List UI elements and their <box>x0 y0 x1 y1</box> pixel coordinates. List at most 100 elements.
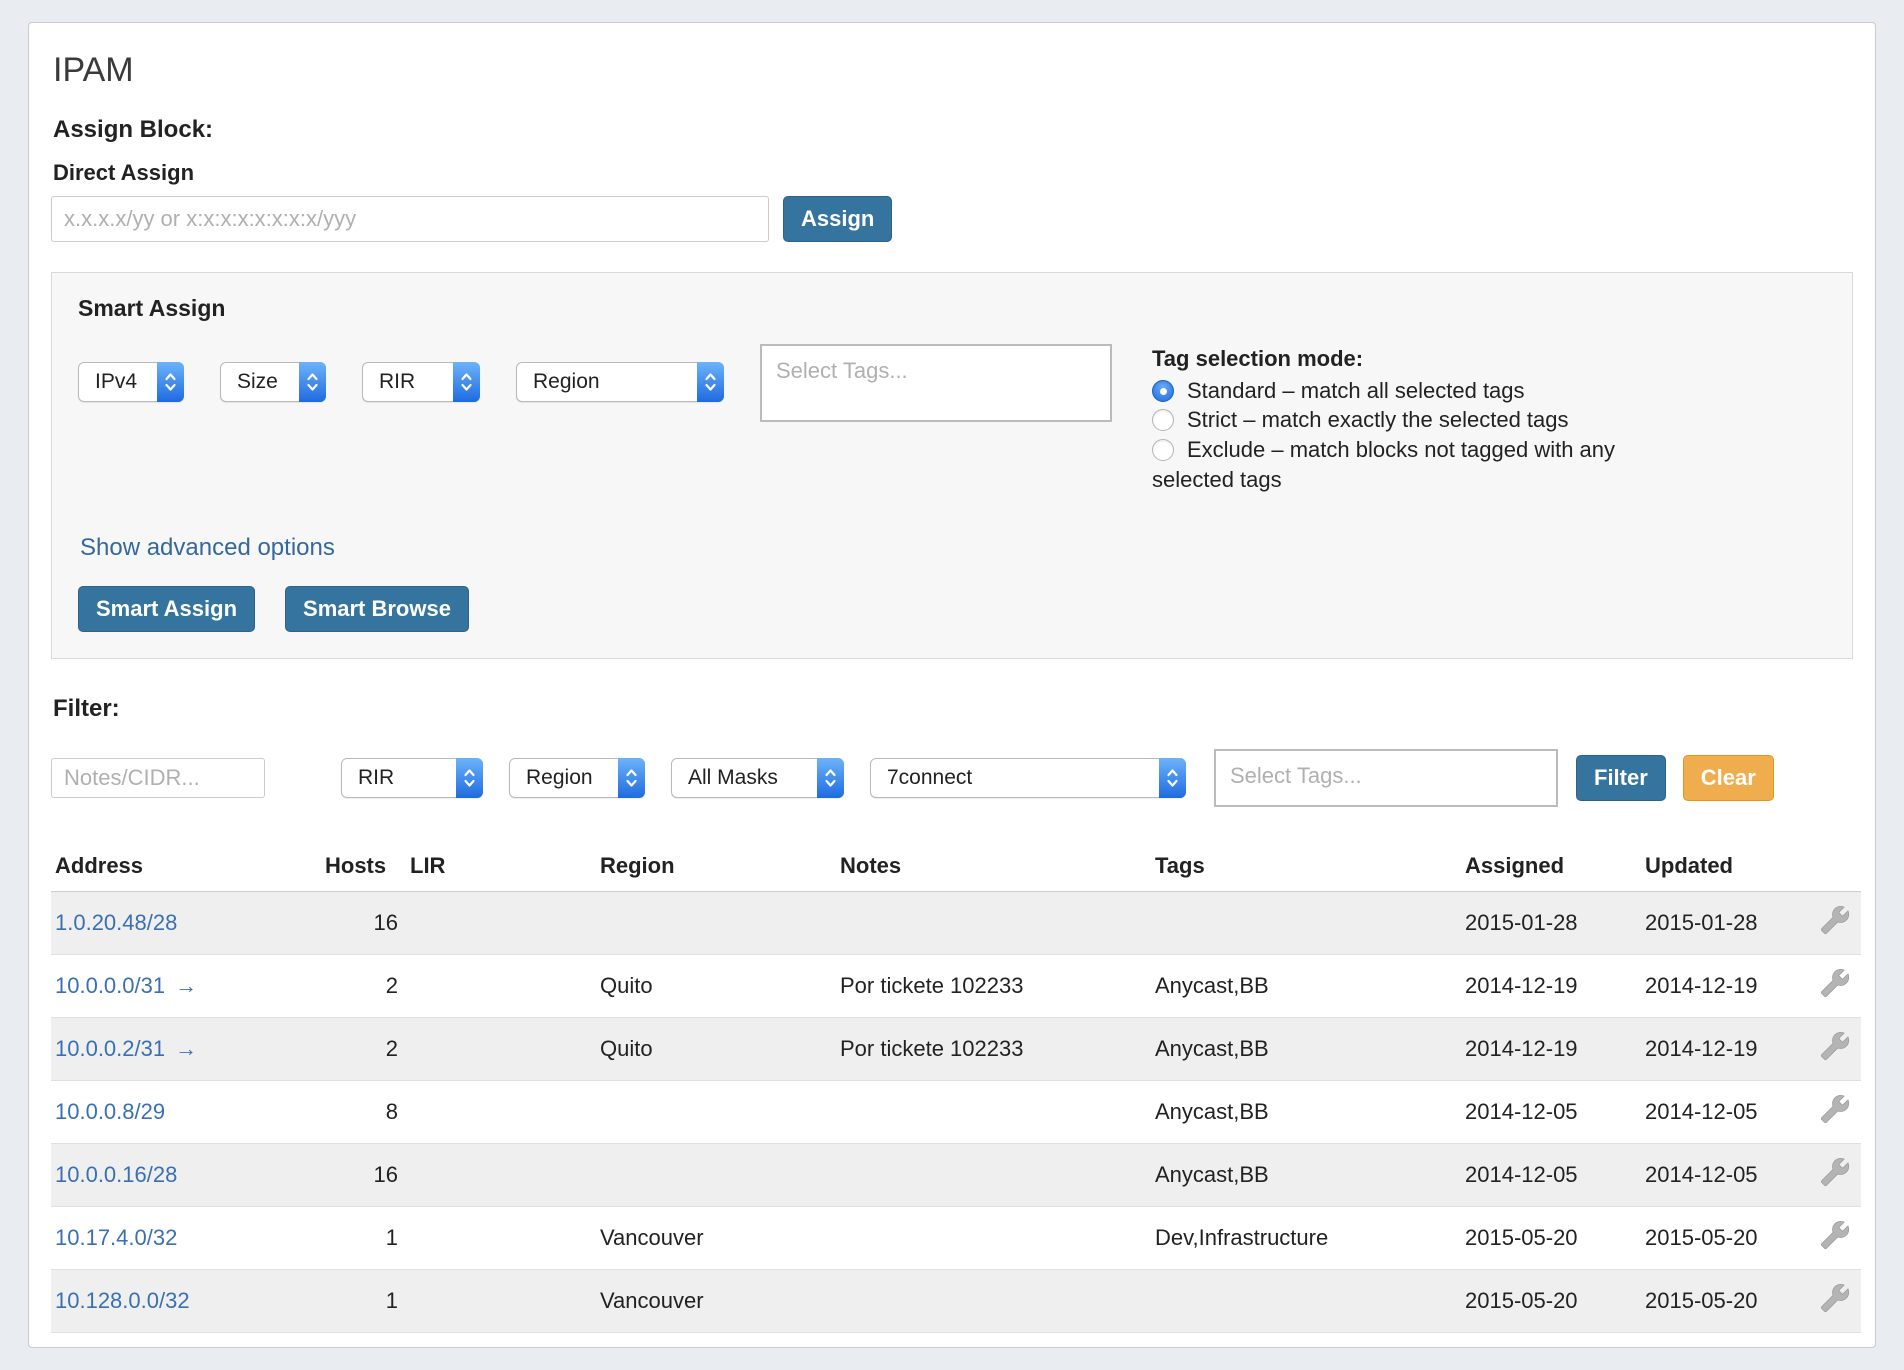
clear-button[interactable]: Clear <box>1683 755 1774 801</box>
region-cell: Quito <box>596 1018 836 1081</box>
notes-cell <box>836 892 1151 955</box>
smart-browse-button[interactable]: Smart Browse <box>285 586 469 632</box>
lir-cell <box>406 1018 596 1081</box>
lir-cell <box>406 1270 596 1333</box>
filter-masks-select[interactable]: All Masks <box>671 758 844 798</box>
tag-selection-mode: Tag selection mode: Standard – match all… <box>1152 344 1697 494</box>
size-select-value: Size <box>237 370 278 394</box>
hosts-cell: 1 <box>321 1270 406 1333</box>
region-select-value: Region <box>533 370 600 394</box>
region-cell <box>596 1081 836 1144</box>
wrench-icon[interactable] <box>1820 1283 1850 1313</box>
col-header-tags: Tags <box>1151 843 1461 892</box>
assigned-cell: 2014-12-05 <box>1461 1081 1641 1144</box>
wrench-icon[interactable] <box>1820 1220 1850 1250</box>
tags-cell: Anycast,BB <box>1151 1144 1461 1207</box>
assigned-cell: 2014-12-05 <box>1461 1144 1641 1207</box>
lir-cell <box>406 1207 596 1270</box>
tags-cell: Dev,Infrastructure <box>1151 1207 1461 1270</box>
radio-icon[interactable] <box>1152 409 1174 431</box>
smart-assign-button[interactable]: Smart Assign <box>78 586 255 632</box>
hosts-cell: 1 <box>321 1207 406 1270</box>
col-header-actions <box>1811 843 1861 892</box>
select-stepper-icon <box>456 758 483 798</box>
notes-cidr-input[interactable] <box>51 758 265 798</box>
tag-mode-option[interactable]: Exclude – match blocks not tagged with a… <box>1152 435 1697 494</box>
select-stepper-icon <box>453 362 480 402</box>
assigned-cell: 2015-05-20 <box>1461 1207 1641 1270</box>
notes-cell <box>836 1207 1151 1270</box>
page-title: IPAM <box>53 51 1853 90</box>
wrench-icon[interactable] <box>1820 1094 1850 1124</box>
filter-rir-select[interactable]: RIR <box>341 758 483 798</box>
col-header-updated: Updated <box>1641 843 1811 892</box>
direct-assign-label: Direct Assign <box>53 160 1853 186</box>
filter-button[interactable]: Filter <box>1576 755 1666 801</box>
rir-select-value: RIR <box>379 370 415 394</box>
wrench-icon[interactable] <box>1820 905 1850 935</box>
col-header-assigned: Assigned <box>1461 843 1641 892</box>
ip-family-select-value: IPv4 <box>95 370 137 394</box>
address-link[interactable]: 10.0.0.2/31 <box>55 1036 165 1061</box>
assign-button[interactable]: Assign <box>783 196 892 242</box>
lir-cell <box>406 1081 596 1144</box>
tags-cell: Anycast,BB <box>1151 1081 1461 1144</box>
radio-selected-icon[interactable] <box>1152 380 1174 402</box>
col-header-notes: Notes <box>836 843 1151 892</box>
tag-mode-option[interactable]: Standard – match all selected tags <box>1152 376 1697 406</box>
region-cell: Quito <box>596 955 836 1018</box>
table-header-row: Address Hosts LIR Region Notes Tags Assi… <box>51 843 1861 892</box>
table-row: 10.0.0.16/2816Anycast,BB2014-12-052014-1… <box>51 1144 1861 1207</box>
filter-rir-select-value: RIR <box>358 766 394 790</box>
address-link[interactable]: 10.0.0.0/31 <box>55 973 165 998</box>
filter-row: RIR Region All Masks 7connect <box>51 749 1853 807</box>
updated-cell: 2014-12-19 <box>1641 955 1811 1018</box>
filter-masks-select-value: All Masks <box>688 766 778 790</box>
direct-assign-input[interactable] <box>51 196 769 242</box>
hosts-cell: 16 <box>321 892 406 955</box>
tags-cell <box>1151 892 1461 955</box>
show-advanced-options-link[interactable]: Show advanced options <box>80 534 335 562</box>
select-stepper-icon <box>157 362 184 402</box>
updated-cell: 2015-01-28 <box>1641 892 1811 955</box>
address-link[interactable]: 10.0.0.16/28 <box>55 1162 177 1187</box>
table-row: 10.128.0.0/321Vancouver2015-05-202015-05… <box>51 1270 1861 1333</box>
col-header-address: Address <box>51 843 321 892</box>
tag-mode-option[interactable]: Strict – match exactly the selected tags <box>1152 405 1697 435</box>
updated-cell: 2014-12-19 <box>1641 1018 1811 1081</box>
radio-icon[interactable] <box>1152 439 1174 461</box>
wrench-icon[interactable] <box>1820 1157 1850 1187</box>
notes-cell <box>836 1144 1151 1207</box>
table-row: 10.17.4.0/321VancouverDev,Infrastructure… <box>51 1207 1861 1270</box>
updated-cell: 2015-05-20 <box>1641 1207 1811 1270</box>
assigned-cell: 2015-01-28 <box>1461 892 1641 955</box>
expand-arrow-icon[interactable]: → <box>175 973 197 998</box>
filter-resource-select[interactable]: 7connect <box>870 758 1186 798</box>
expand-arrow-icon[interactable]: → <box>175 1036 197 1061</box>
table-row: 10.0.0.8/298Anycast,BB2014-12-052014-12-… <box>51 1081 1861 1144</box>
assigned-cell: 2015-05-20 <box>1461 1270 1641 1333</box>
region-cell: Vancouver <box>596 1270 836 1333</box>
wrench-icon[interactable] <box>1820 968 1850 998</box>
filter-heading: Filter: <box>53 695 1853 723</box>
size-select[interactable]: Size <box>220 362 326 402</box>
filter-tags-input[interactable] <box>1214 749 1558 807</box>
address-link[interactable]: 10.17.4.0/32 <box>55 1225 177 1250</box>
table-row: 1.0.20.48/28 16 2015-01-282015-01-28 <box>51 892 1861 955</box>
notes-cell <box>836 1270 1151 1333</box>
select-stepper-icon <box>697 362 724 402</box>
lir-cell <box>406 892 596 955</box>
wrench-icon[interactable] <box>1820 1031 1850 1061</box>
address-link[interactable]: 10.128.0.0/32 <box>55 1288 190 1313</box>
smart-tags-input[interactable] <box>760 344 1112 422</box>
assigned-cell: 2014-12-19 <box>1461 1018 1641 1081</box>
region-select[interactable]: Region <box>516 362 724 402</box>
ip-family-select[interactable]: IPv4 <box>78 362 184 402</box>
address-link[interactable]: 1.0.20.48/28 <box>55 910 177 935</box>
hosts-cell: 8 <box>321 1081 406 1144</box>
tag-selection-mode-heading: Tag selection mode: <box>1152 344 1697 374</box>
rir-select[interactable]: RIR <box>362 362 480 402</box>
address-link[interactable]: 10.0.0.8/29 <box>55 1099 165 1124</box>
filter-region-select[interactable]: Region <box>509 758 645 798</box>
assign-block-heading: Assign Block: <box>53 116 1853 144</box>
